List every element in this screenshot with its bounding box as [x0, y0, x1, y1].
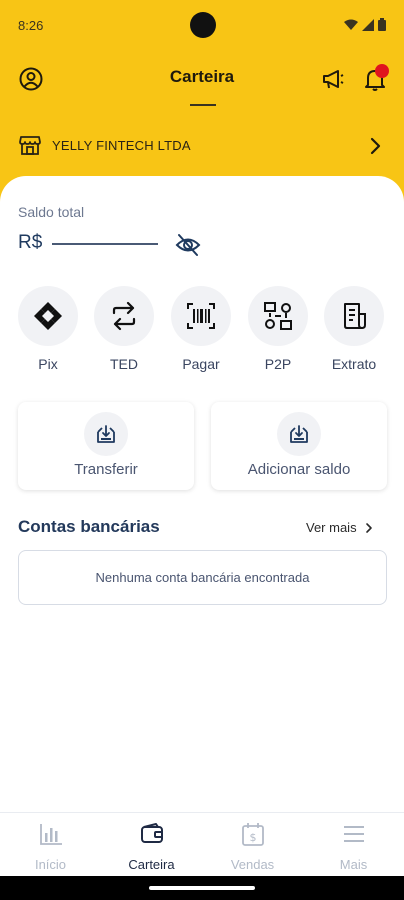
company-name: YELLY FINTECH LTDA [52, 138, 191, 153]
camera-cutout [190, 12, 216, 38]
bottom-navigation: Início Carteira $ Vendas Mais [0, 812, 404, 876]
statement-icon [324, 286, 384, 346]
action-ted[interactable]: TED [92, 286, 156, 372]
transfer-arrows-icon [94, 286, 154, 346]
system-gesture-bar [0, 876, 404, 900]
empty-message: Nenhuma conta bancária encontrada [95, 570, 310, 585]
sales-calendar-icon: $ [241, 823, 264, 846]
balance-label: Saldo total [18, 204, 85, 220]
store-icon [19, 136, 41, 155]
eye-off-icon[interactable] [175, 232, 201, 258]
wifi-icon [344, 19, 358, 30]
action-label: P2P [264, 356, 292, 372]
add-balance-card[interactable]: Adicionar saldo [211, 402, 387, 490]
status-icons [344, 18, 386, 31]
empty-bank-accounts: Nenhuma conta bancária encontrada [18, 550, 387, 605]
quick-actions: Pix TED Pagar P2P Extrato [0, 286, 404, 376]
svg-text:$: $ [249, 831, 256, 844]
balance-currency: R$ [18, 232, 43, 253]
megaphone-icon[interactable] [320, 66, 346, 92]
action-label: Pix [38, 356, 58, 372]
company-selector[interactable]: YELLY FINTECH LTDA [0, 128, 404, 164]
nav-label: Carteira [128, 857, 175, 872]
battery-icon [378, 18, 386, 31]
nav-label: Vendas [230, 857, 275, 872]
see-more-link[interactable]: Ver mais [306, 520, 373, 535]
chevron-right-icon [365, 522, 372, 533]
action-extrato[interactable]: Extrato [322, 286, 386, 372]
app-bar: Carteira [0, 56, 404, 106]
signal-icon [362, 18, 374, 31]
home-indicator[interactable] [149, 886, 255, 890]
action-label: Extrato [331, 356, 377, 372]
p2p-icon [248, 286, 308, 346]
nav-item-mais[interactable]: Mais [303, 821, 404, 872]
nav-label: Início [34, 857, 67, 872]
status-bar: 8:26 [0, 0, 404, 52]
chevron-right-icon [370, 137, 381, 155]
action-p2p[interactable]: P2P [246, 286, 310, 372]
download-tray-icon [277, 412, 321, 456]
download-tray-icon [84, 412, 128, 456]
nav-item-vendas[interactable]: $ Vendas [202, 821, 303, 872]
bank-accounts-title: Contas bancárias [18, 517, 160, 536]
add-balance-label: Adicionar saldo [247, 461, 351, 478]
chart-icon [39, 824, 62, 845]
wallet-icon [140, 823, 163, 843]
transfer-card[interactable]: Transferir [18, 402, 194, 490]
action-label: Pagar [182, 356, 220, 372]
see-more-label: Ver mais [306, 520, 357, 535]
transfer-label: Transferir [74, 461, 138, 478]
notification-badge [375, 64, 389, 78]
balance-hidden-bar [52, 243, 158, 245]
content-sheet [0, 176, 404, 816]
nav-item-inicio[interactable]: Início [0, 821, 101, 872]
title-underline [190, 104, 216, 106]
action-label: TED [110, 356, 138, 372]
pix-icon [18, 286, 78, 346]
barcode-icon [171, 286, 231, 346]
action-pix[interactable]: Pix [16, 286, 80, 372]
nav-label: Mais [339, 857, 368, 872]
menu-icon [343, 826, 364, 842]
action-pagar[interactable]: Pagar [169, 286, 233, 372]
nav-item-carteira[interactable]: Carteira [101, 821, 202, 872]
status-time: 8:26 [18, 18, 44, 33]
